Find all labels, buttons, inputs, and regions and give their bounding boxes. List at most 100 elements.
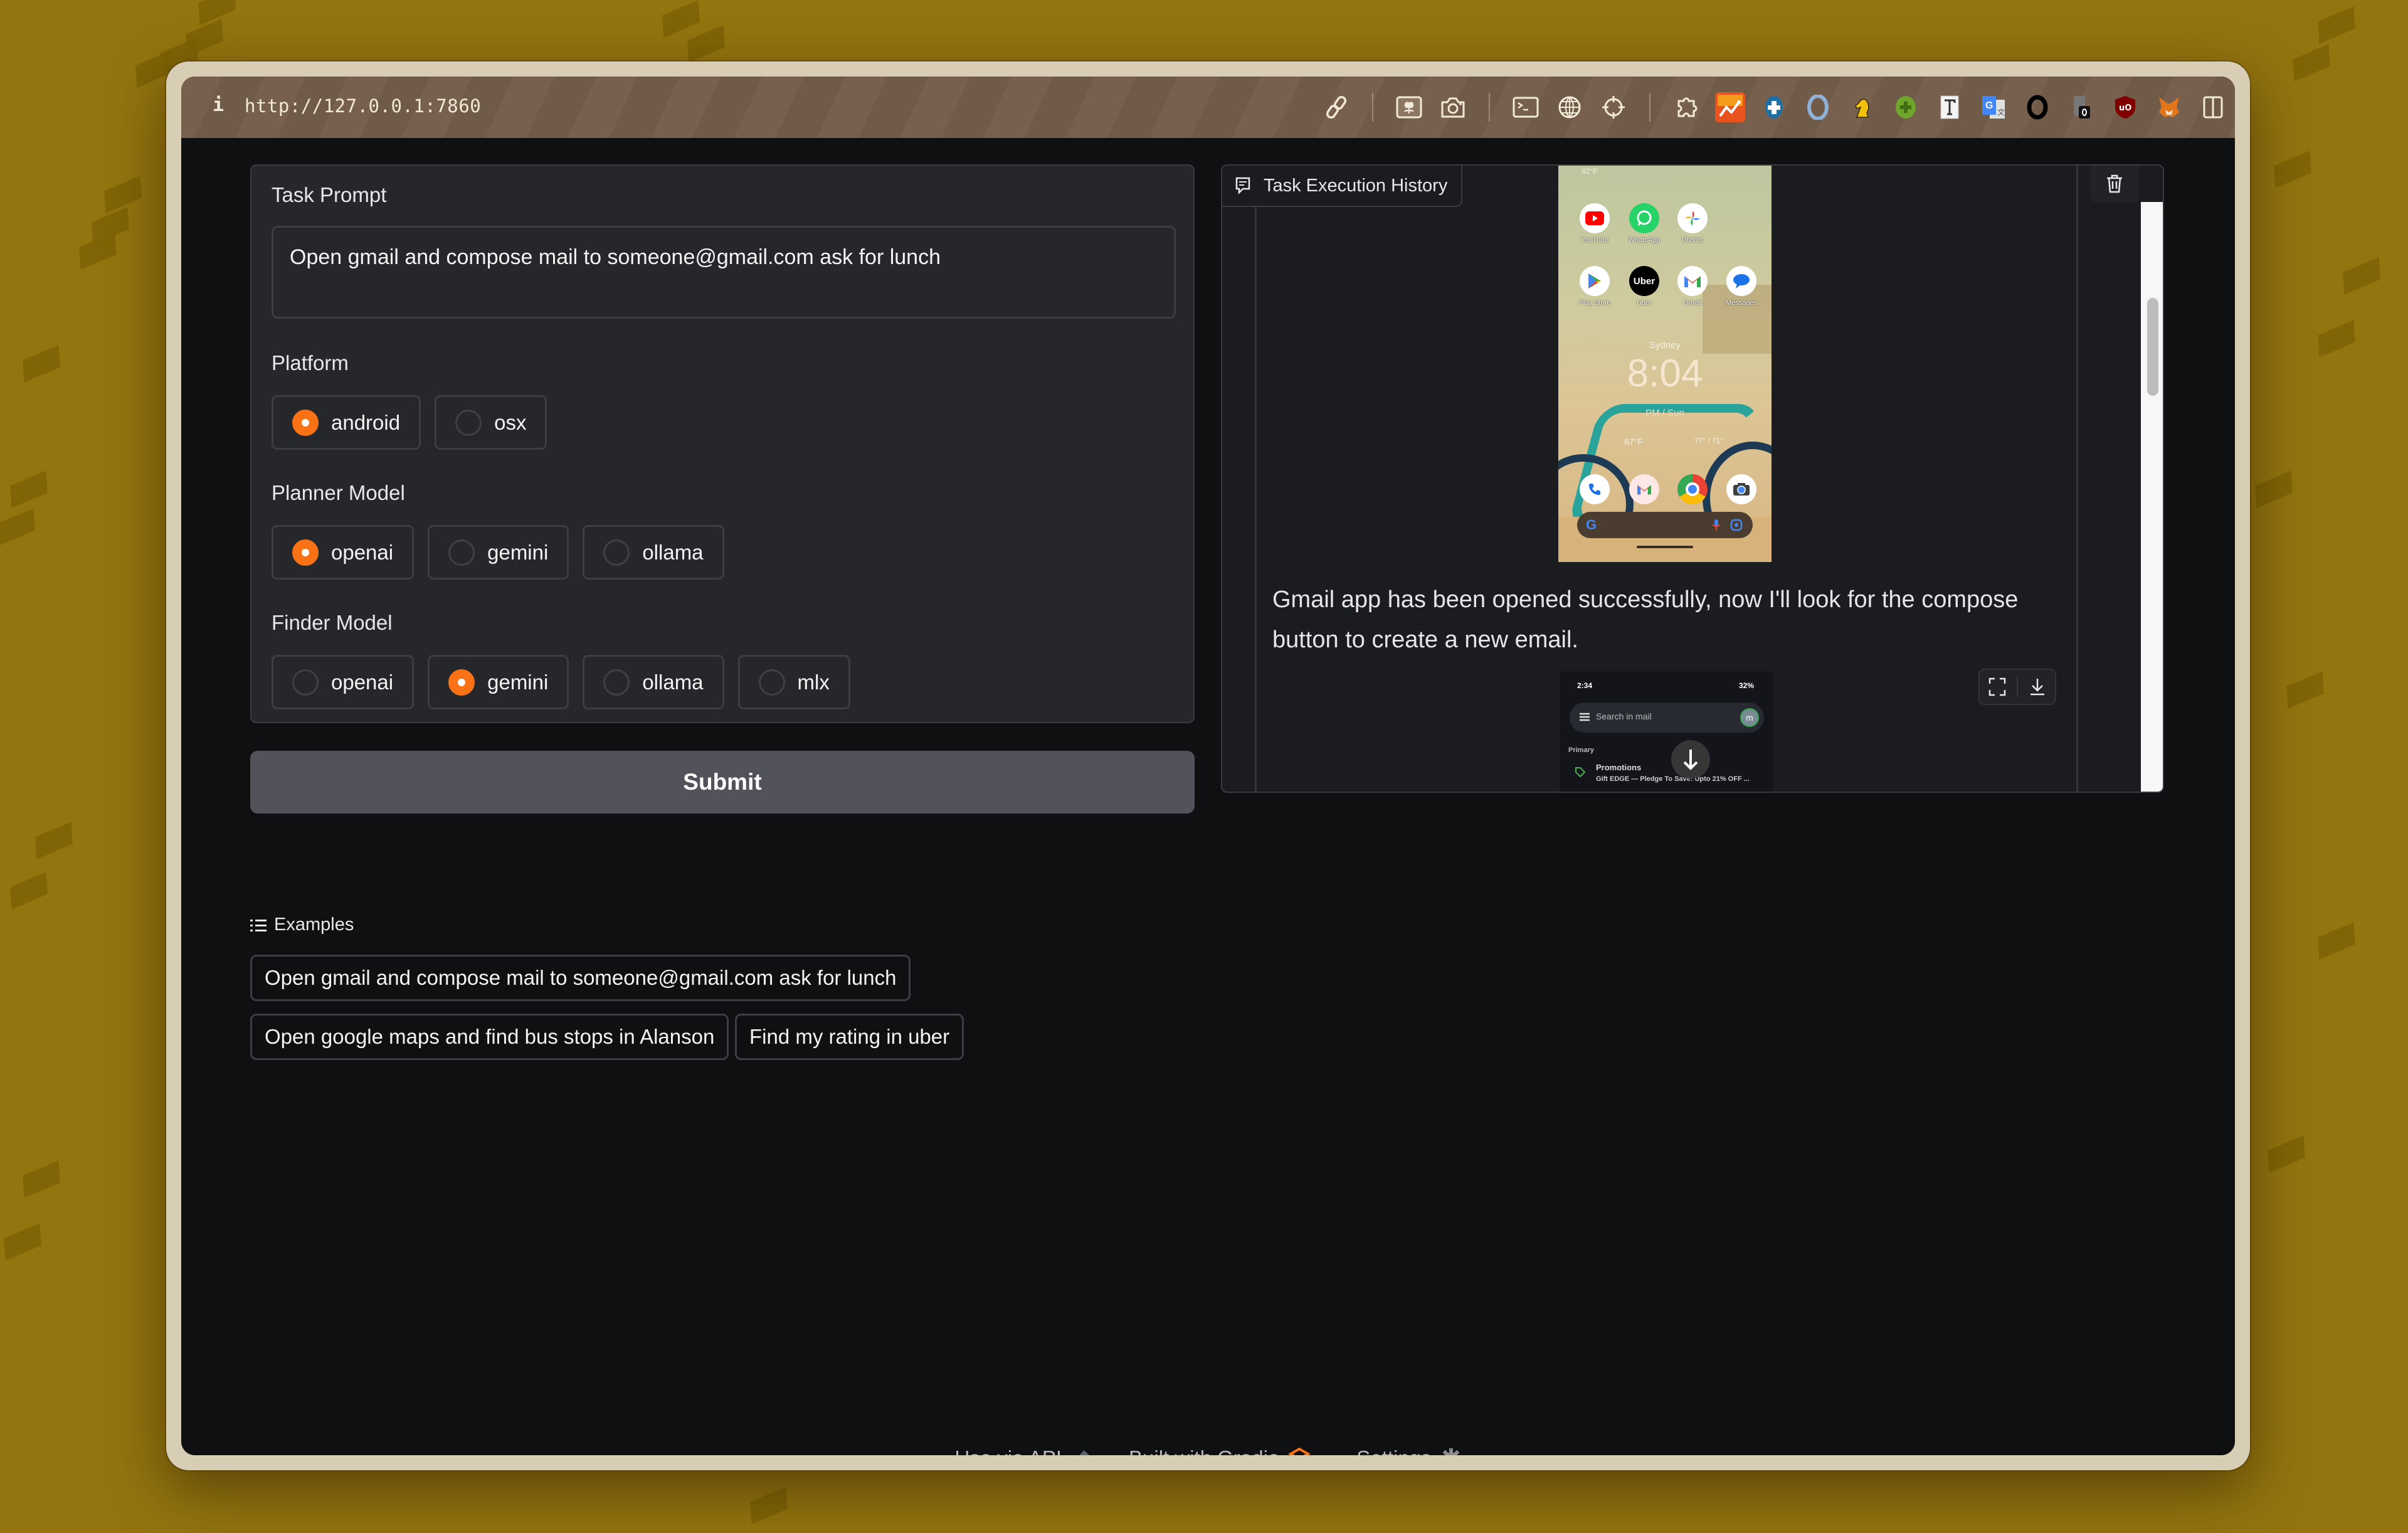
radio-selected-icon bbox=[448, 669, 475, 696]
planner-option-ollama[interactable]: ollama bbox=[583, 525, 724, 580]
account-avatar: m bbox=[1740, 708, 1759, 727]
radio-selected-icon bbox=[292, 539, 319, 566]
examples-header: Examples bbox=[250, 915, 354, 935]
examples-title: Examples bbox=[274, 915, 354, 935]
trash-icon bbox=[2107, 174, 2122, 193]
planner-model-radio-group: openai gemini ollama bbox=[272, 525, 724, 580]
gmail-inbox-screenshot[interactable]: 2:34 32% Search in mail m Primary Promot… bbox=[1560, 671, 1773, 792]
finder-option-gemini[interactable]: gemini bbox=[428, 655, 569, 709]
play-store-app-icon bbox=[1580, 266, 1610, 296]
green-plus-extension-icon[interactable] bbox=[1891, 92, 1921, 122]
divider bbox=[2016, 677, 2018, 697]
image-actions bbox=[1978, 669, 2056, 705]
weather-range: 77° / 71° bbox=[1694, 437, 1724, 445]
planner-option-gemini[interactable]: gemini bbox=[428, 525, 569, 580]
lens-icon bbox=[1730, 519, 1743, 531]
example-item[interactable]: Open gmail and compose mail to someone@g… bbox=[250, 955, 911, 1001]
example-item[interactable]: Find my rating in uber bbox=[735, 1014, 964, 1060]
planner-option-openai[interactable]: openai bbox=[272, 525, 415, 580]
camera-app-icon bbox=[1726, 474, 1756, 504]
clear-history-button[interactable] bbox=[2090, 166, 2139, 202]
clock-time: 8:04 bbox=[1627, 352, 1703, 395]
settings-link[interactable]: Settings bbox=[1356, 1446, 1431, 1455]
chat-icon bbox=[1235, 177, 1250, 195]
mail-title: Promotions bbox=[1596, 763, 1642, 772]
platform-option-android[interactable]: android bbox=[272, 395, 421, 450]
camera-icon[interactable] bbox=[1438, 92, 1468, 122]
task-execution-history-chatbot: Task Execution History 82°F YouTube What… bbox=[1221, 164, 2164, 793]
ring-extension-icon[interactable] bbox=[1803, 92, 1833, 122]
use-via-api-link[interactable]: Use via API bbox=[954, 1446, 1062, 1455]
text-T-extension-icon[interactable] bbox=[1935, 92, 1965, 122]
globe-icon[interactable] bbox=[1555, 92, 1585, 122]
bot-message: Gmail app has been opened successfully, … bbox=[1272, 586, 2019, 653]
radio-unselected-icon bbox=[455, 409, 482, 436]
image-screenshot-icon[interactable] bbox=[1394, 92, 1424, 122]
list-icon bbox=[250, 919, 267, 931]
chrome-app-icon bbox=[1677, 474, 1708, 504]
chatbot-label: Task Execution History bbox=[1222, 166, 1463, 207]
task-prompt-label: Task Prompt bbox=[272, 183, 387, 206]
inbox-section: Primary bbox=[1568, 746, 1594, 754]
gear-icon[interactable] bbox=[1440, 1448, 1462, 1455]
radio-unselected-icon bbox=[758, 669, 785, 696]
toolbar-separator bbox=[1489, 93, 1490, 122]
radio-unselected-icon bbox=[603, 669, 630, 696]
android-home-screenshot[interactable]: 82°F YouTube WhatsApp Photos Uber Play S… bbox=[1558, 166, 1772, 562]
arrow-down-icon bbox=[1683, 750, 1698, 770]
mic-icon bbox=[1713, 519, 1720, 531]
link-icon[interactable] bbox=[1321, 92, 1351, 122]
google-translate-icon[interactable]: G文 bbox=[1978, 92, 2009, 122]
analytics-extension-icon[interactable] bbox=[1715, 92, 1745, 122]
tag-icon bbox=[1575, 767, 1586, 778]
svg-text:文: 文 bbox=[1997, 107, 2005, 117]
whatsapp-app-icon bbox=[1629, 203, 1659, 233]
built-with-gradio-link[interactable]: Built with Gradio bbox=[1129, 1446, 1279, 1455]
status-battery: 32% bbox=[1738, 681, 1754, 690]
message-border bbox=[1255, 207, 1257, 792]
finder-option-openai[interactable]: openai bbox=[272, 655, 415, 709]
site-info-icon[interactable]: i bbox=[213, 94, 224, 116]
message-border bbox=[2076, 166, 2078, 792]
chat-scrollbar[interactable] bbox=[2141, 202, 2163, 792]
terminal-icon[interactable] bbox=[1511, 92, 1541, 122]
extensions-puzzle-icon[interactable] bbox=[1671, 92, 1701, 122]
finder-option-mlx[interactable]: mlx bbox=[737, 655, 850, 709]
messages-app-icon bbox=[1726, 266, 1756, 296]
menu-icon bbox=[1580, 713, 1590, 721]
svg-text:uO: uO bbox=[2119, 103, 2131, 113]
svg-text:G: G bbox=[1985, 100, 1993, 111]
radio-selected-icon bbox=[292, 409, 319, 436]
download-icon[interactable] bbox=[2029, 677, 2046, 696]
scrollbar-thumb[interactable] bbox=[2147, 298, 2158, 396]
black-ring-extension-icon[interactable] bbox=[2022, 92, 2052, 122]
phone-extension-icon[interactable] bbox=[2066, 92, 2096, 122]
finder-model-radio-group: openai gemini ollama mlx bbox=[272, 655, 850, 709]
scroll-down-indicator bbox=[1671, 740, 1710, 779]
submit-button[interactable]: Submit bbox=[250, 751, 1195, 814]
finder-option-ollama[interactable]: ollama bbox=[583, 655, 724, 709]
google-g-icon: G bbox=[1586, 517, 1597, 533]
phone-app-icon bbox=[1580, 474, 1610, 504]
crosshair-icon[interactable] bbox=[1598, 92, 1629, 122]
sidebar-toggle-icon[interactable] bbox=[2198, 92, 2228, 122]
gmail-search-bar: Search in mail m bbox=[1570, 703, 1764, 733]
gradio-app: Task Prompt Open gmail and compose mail … bbox=[181, 138, 2235, 1455]
address-bar[interactable]: http://127.0.0.1:7860 bbox=[245, 95, 481, 117]
mail-snippet: Gift EDGE — Pledge To Save: Upto 21% OFF… bbox=[1596, 775, 1750, 783]
fullscreen-icon[interactable] bbox=[1988, 677, 2006, 696]
platform-option-osx[interactable]: osx bbox=[435, 395, 547, 450]
gradio-footer: Use via API · Built with Gradio · Settin… bbox=[181, 1446, 2235, 1455]
example-item[interactable]: Open google maps and find bus stops in A… bbox=[250, 1014, 729, 1060]
ublock-origin-icon[interactable]: uO bbox=[2110, 92, 2140, 122]
metamask-fox-icon[interactable] bbox=[2154, 92, 2184, 122]
status-time: 2:34 bbox=[1577, 681, 1593, 690]
radio-unselected-icon bbox=[448, 539, 475, 566]
chess-knight-extension-icon[interactable] bbox=[1847, 92, 1877, 122]
planner-model-label: Planner Model bbox=[272, 481, 405, 504]
toolbar-separator bbox=[1649, 93, 1650, 122]
task-prompt-input[interactable]: Open gmail and compose mail to someone@g… bbox=[272, 226, 1176, 319]
radio-unselected-icon bbox=[292, 669, 319, 696]
blue-cross-extension-icon[interactable] bbox=[1759, 92, 1789, 122]
browser-window: i http://127.0.0.1:7860 G 文 uO Task Prom… bbox=[181, 77, 2235, 1455]
